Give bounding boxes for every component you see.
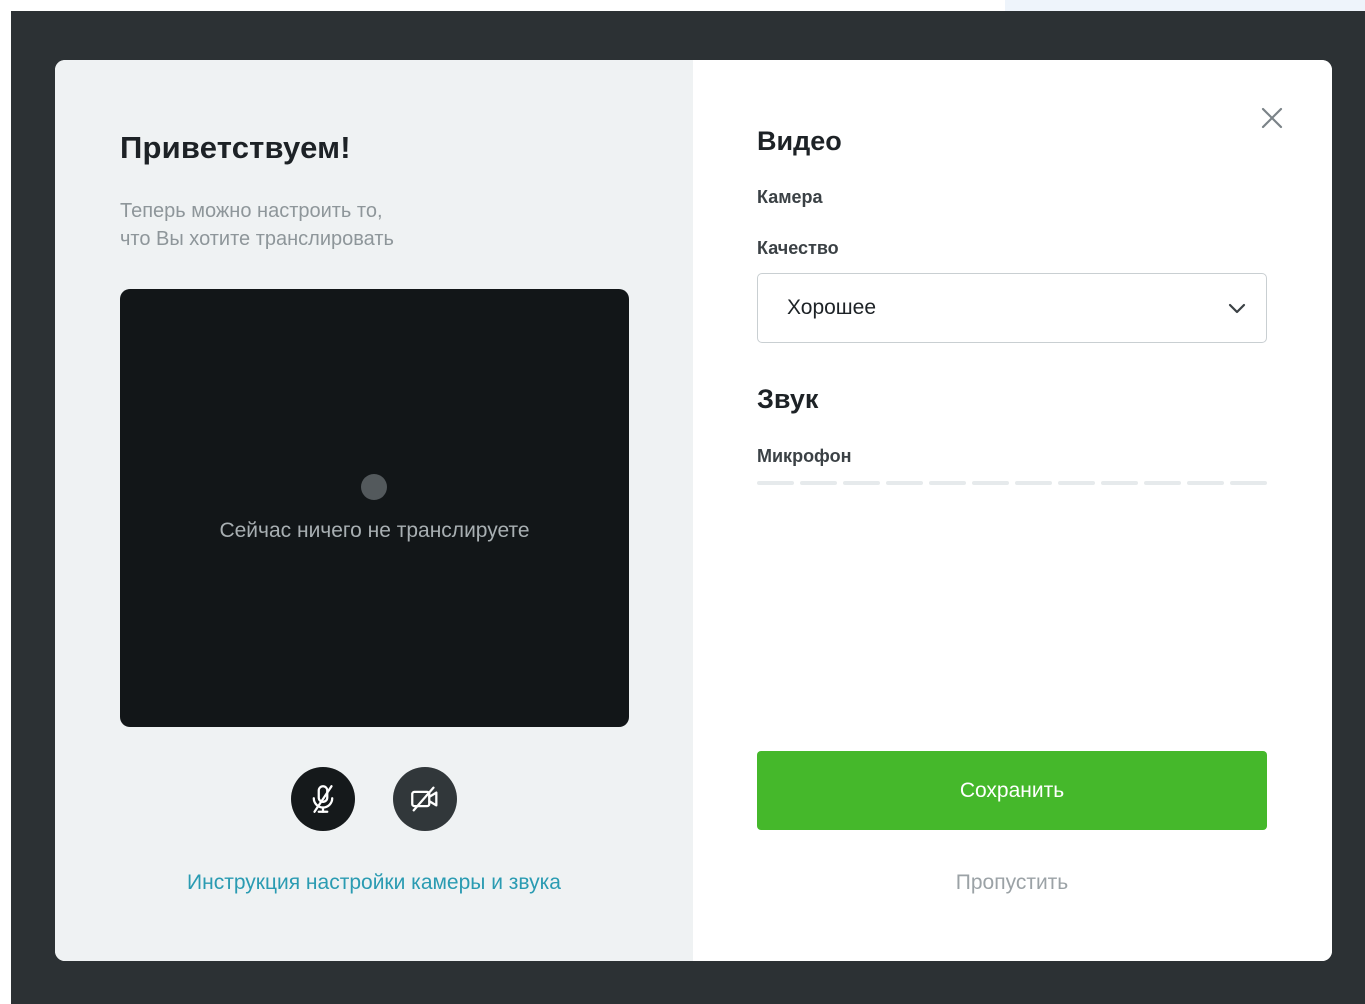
meter-segment bbox=[843, 481, 880, 485]
meter-segment bbox=[1101, 481, 1138, 485]
meter-segment bbox=[929, 481, 966, 485]
meter-segment bbox=[1187, 481, 1224, 485]
microphone-level-meter bbox=[757, 481, 1267, 485]
meter-segment bbox=[800, 481, 837, 485]
mic-off-icon bbox=[312, 785, 334, 813]
settings-modal: Приветствуем! Теперь можно настроить то,… bbox=[55, 60, 1332, 961]
camera-off-icon bbox=[411, 786, 438, 812]
video-preview: Сейчас ничего не транслируете bbox=[120, 289, 629, 727]
meter-segment bbox=[757, 481, 794, 485]
meter-segment bbox=[1058, 481, 1095, 485]
meter-segment bbox=[1230, 481, 1267, 485]
preview-status-text: Сейчас ничего не транслируете bbox=[219, 519, 530, 542]
subtitle-line-1: Теперь можно настроить то, bbox=[120, 200, 383, 222]
meter-segment bbox=[886, 481, 923, 485]
settings-panel: Видео Камера Качество Хорошее Звук Микро… bbox=[693, 60, 1332, 961]
toggle-camera-button[interactable] bbox=[393, 767, 457, 831]
skip-button[interactable]: Пропустить bbox=[757, 871, 1267, 895]
microphone-label: Микрофон bbox=[757, 446, 852, 466]
subtitle-line-2: что Вы хотите транслировать bbox=[120, 228, 394, 250]
save-button[interactable]: Сохранить bbox=[757, 751, 1267, 830]
camera-label: Камера bbox=[757, 187, 823, 207]
status-dot bbox=[361, 474, 387, 500]
meter-segment bbox=[972, 481, 1009, 485]
welcome-title: Приветствуем! bbox=[120, 130, 351, 165]
meter-segment bbox=[1015, 481, 1052, 485]
video-heading: Видео bbox=[757, 126, 842, 156]
quality-select-value: Хорошее bbox=[787, 296, 877, 319]
setup-instructions-link[interactable]: Инструкция настройки камеры и звука bbox=[55, 871, 693, 895]
close-button[interactable] bbox=[1258, 104, 1286, 132]
quality-select[interactable]: Хорошее bbox=[757, 273, 1267, 343]
preview-panel: Приветствуем! Теперь можно настроить то,… bbox=[55, 60, 693, 961]
meter-segment bbox=[1144, 481, 1181, 485]
quality-label: Качество bbox=[757, 238, 839, 258]
welcome-subtitle: Теперь можно настроить то, что Вы хотите… bbox=[120, 197, 540, 253]
chevron-down-icon bbox=[1228, 303, 1246, 314]
toggle-microphone-button[interactable] bbox=[291, 767, 355, 831]
close-icon bbox=[1261, 107, 1283, 129]
sound-heading: Звук bbox=[757, 384, 819, 414]
